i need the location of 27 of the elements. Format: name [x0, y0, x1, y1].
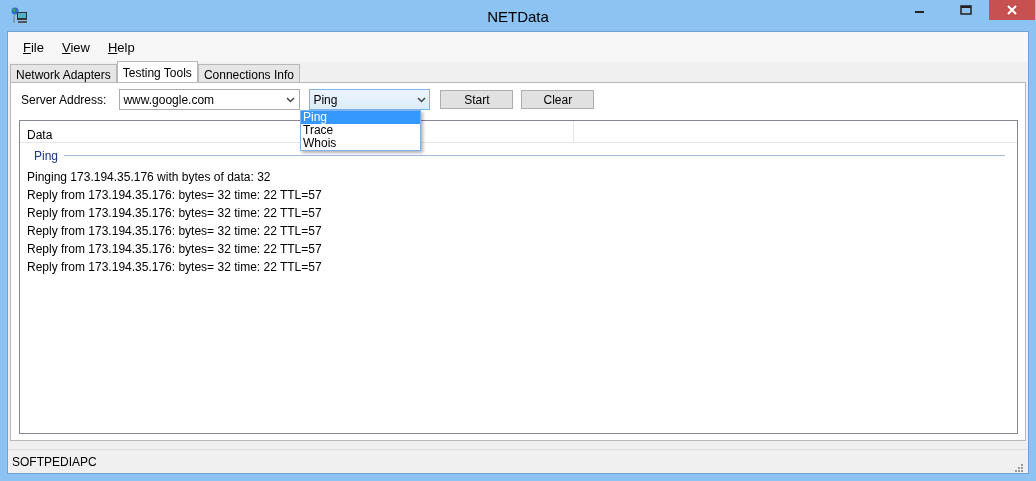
- action-button[interactable]: Clear: [521, 90, 595, 109]
- list-row-text: Reply from 173.194.35.176: bytes= 32 time: 22 TTL=57: [26, 186, 323, 204]
- tool-combo[interactable]: Ping: [309, 89, 431, 110]
- list-row-text: Pinging 173.194.35.176 with bytes of data: 32: [26, 168, 272, 186]
- resize-grip-icon[interactable]: [1014, 463, 1024, 473]
- chevron-icon: [417, 96, 427, 103]
- tab[interactable]: Network Adapters: [10, 63, 117, 82]
- list-row-text: Reply from 173.194.35.176: bytes= 32 time: 22 TTL=57: [26, 240, 323, 258]
- menu-item[interactable]: View: [52, 36, 99, 60]
- status-text: SOFTPEDIAPC: [12, 453, 97, 471]
- maximize-icon: [960, 5, 972, 15]
- window-title: NETData: [487, 7, 549, 27]
- list-row-text: Reply from 173.194.35.176: bytes= 32 time: 22 TTL=57: [26, 204, 323, 222]
- server-address-combo[interactable]: www.google.com: [119, 89, 301, 110]
- action-button[interactable]: Start: [440, 90, 514, 109]
- list-row-text: Reply from 173.194.35.176: bytes= 32 time: 22 TTL=57: [26, 258, 323, 276]
- app-icon: [10, 6, 28, 25]
- chevron-icon: [286, 96, 296, 103]
- menu-item[interactable]: File: [14, 36, 53, 60]
- menu-item[interactable]: Help: [98, 36, 144, 60]
- server-address-label: Server Address:: [21, 91, 107, 109]
- tab[interactable]: Connections Info: [197, 63, 300, 82]
- list-row-text: Reply from 173.194.35.176: bytes= 32 time: 22 TTL=57: [26, 222, 323, 240]
- group-header: Ping: [34, 147, 59, 165]
- dropdown-option[interactable]: Trace: [301, 123, 420, 137]
- close-button[interactable]: [989, 0, 1035, 20]
- close-icon: [1007, 5, 1017, 15]
